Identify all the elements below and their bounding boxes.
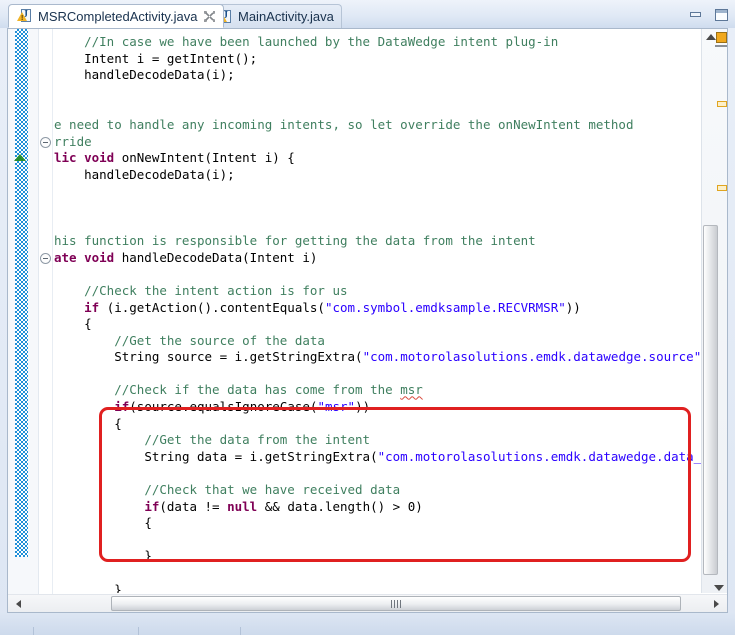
- overview-ruler[interactable]: [701, 29, 727, 593]
- code-line: {: [54, 515, 701, 532]
- code-line: [54, 565, 701, 582]
- code-line: [54, 266, 701, 283]
- tab-label: MSRCompletedActivity.java: [38, 9, 197, 24]
- right-arrow-icon[interactable]: [714, 600, 719, 608]
- code-line: }: [54, 548, 701, 565]
- down-arrow-icon[interactable]: [714, 585, 724, 591]
- code-line: [54, 217, 701, 234]
- code-line: [54, 183, 701, 200]
- java-file-warning-icon: J !: [17, 8, 33, 24]
- minimize-icon[interactable]: [688, 8, 704, 22]
- close-icon[interactable]: [203, 10, 216, 23]
- editor-area[interactable]: //In case we have been launched by the D…: [7, 28, 728, 613]
- code-line: if (i.getAction().contentEquals("com.sym…: [54, 300, 701, 317]
- code-line: [54, 200, 701, 217]
- code-line: {: [54, 316, 701, 333]
- code-line: //Check the intent action is for us: [54, 283, 701, 300]
- eclipse-editor-window: J ! MSRCompletedActivity.java: [0, 0, 735, 635]
- code-line: ate void handleDecodeData(Intent i): [54, 250, 701, 267]
- code-line: [54, 100, 701, 117]
- window-buttons: [688, 8, 729, 22]
- green-triangle-marker[interactable]: [14, 154, 26, 161]
- warning-marker[interactable]: [717, 101, 727, 107]
- code-line: [54, 366, 701, 383]
- code-line: if(source.equalsIgnoreCase("msr")): [54, 399, 701, 416]
- source-code[interactable]: //In case we have been launched by the D…: [54, 34, 701, 593]
- code-line: //Get the data from the intent: [54, 432, 701, 449]
- editor-tab-strip: J ! MSRCompletedActivity.java: [0, 0, 735, 28]
- up-arrow-icon[interactable]: [706, 34, 716, 40]
- fold-collapse-icon[interactable]: [40, 253, 51, 264]
- code-line: handleDecodeData(i);: [54, 67, 701, 84]
- tab-mainactivity[interactable]: J ! MainActivity.java: [208, 4, 342, 28]
- ruler-divider: [715, 45, 728, 47]
- code-line: lic void onNewIntent(Intent i) {: [54, 150, 701, 167]
- warning-marker[interactable]: [716, 32, 727, 43]
- vertical-scrollbar-thumb[interactable]: [703, 225, 718, 575]
- code-line: [54, 465, 701, 482]
- code-line: handleDecodeData(i);: [54, 167, 701, 184]
- code-line: [54, 84, 701, 101]
- code-line: {: [54, 416, 701, 433]
- warning-marker[interactable]: [717, 185, 727, 191]
- grip-icon: [391, 600, 401, 608]
- code-line: //Check if the data has come from the ms…: [54, 382, 701, 399]
- code-line: //Check that we have received data: [54, 482, 701, 499]
- code-line: //In case we have been launched by the D…: [54, 34, 701, 51]
- code-line: String source = i.getStringExtra("com.mo…: [54, 349, 701, 366]
- maximize-icon[interactable]: [713, 8, 729, 22]
- code-line: //Get the source of the data: [54, 333, 701, 350]
- left-arrow-icon[interactable]: [16, 600, 21, 608]
- window-bottom-strip: [0, 613, 735, 635]
- vertical-scrollbar[interactable]: [701, 225, 727, 574]
- code-line: [54, 532, 701, 549]
- horizontal-scrollbar[interactable]: [8, 594, 727, 612]
- code-line: rride: [54, 134, 701, 151]
- code-line: if(data != null && data.length() > 0): [54, 499, 701, 516]
- tab-msrcompletedactivity[interactable]: J ! MSRCompletedActivity.java: [8, 4, 224, 28]
- quick-diff-change-bar: [15, 29, 28, 557]
- horizontal-scrollbar-thumb[interactable]: [111, 596, 681, 611]
- annotation-ruler[interactable]: [8, 29, 39, 612]
- code-line: }: [54, 582, 701, 593]
- code-line: Intent i = getIntent();: [54, 51, 701, 68]
- code-canvas[interactable]: //In case we have been launched by the D…: [54, 29, 701, 593]
- fold-collapse-icon[interactable]: [40, 137, 51, 148]
- code-line: his function is responsible for getting …: [54, 233, 701, 250]
- tab-label: MainActivity.java: [238, 9, 334, 24]
- code-line: String data = i.getStringExtra("com.moto…: [54, 449, 701, 466]
- folding-ruler[interactable]: [39, 29, 53, 612]
- code-line: e need to handle any incoming intents, s…: [54, 117, 701, 134]
